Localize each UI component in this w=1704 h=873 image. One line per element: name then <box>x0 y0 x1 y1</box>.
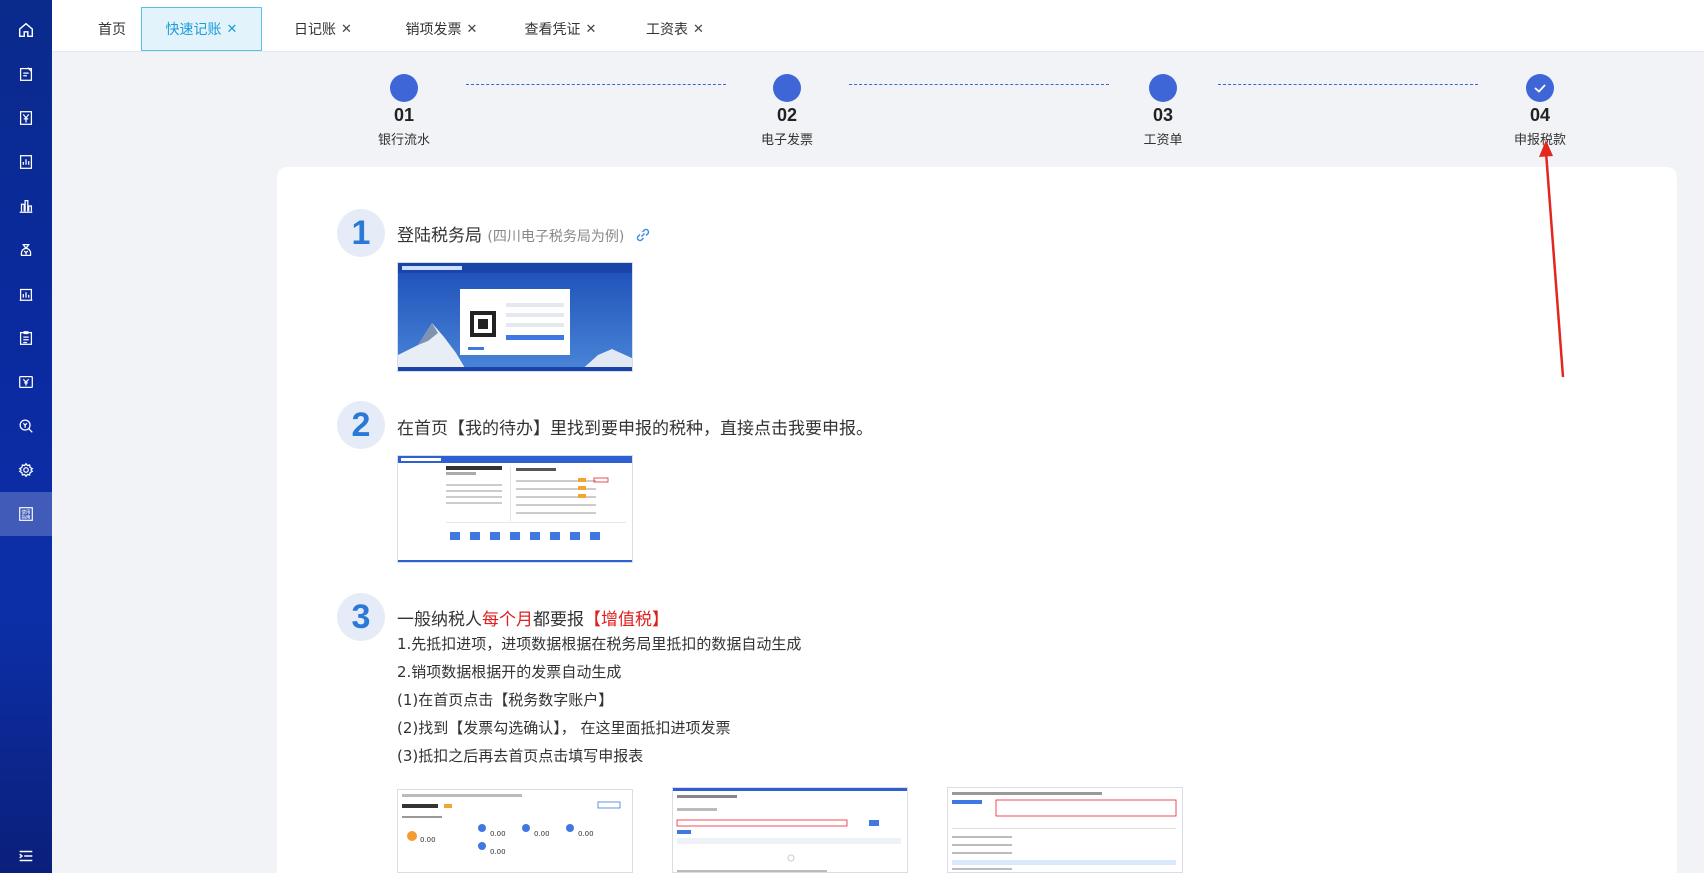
login-page-illustration <box>398 263 632 371</box>
section-title-part: 都要报 <box>533 610 584 630</box>
tab-bar: 首页 快速记账 ✕ 日记账 ✕ 销项发票 ✕ 查看凭证 ✕ 工资表 ✕ <box>52 0 1704 52</box>
step-dot <box>1149 74 1177 102</box>
money-bag-icon <box>20 243 32 257</box>
tab-label: 工资表 <box>646 22 689 38</box>
edit-document-icon <box>19 67 33 81</box>
sidebar-item-settings[interactable] <box>0 448 52 492</box>
step-dot <box>1526 74 1554 102</box>
section-title-part: 一般纳税人 <box>397 610 482 630</box>
sidebar-item-money-bag[interactable] <box>0 228 52 272</box>
user-guide-icon: 使用指南 <box>19 507 33 521</box>
tab-home[interactable]: 首页 <box>72 7 152 51</box>
yen-document-icon <box>19 111 33 125</box>
tax-digital-account-screenshot[interactable]: 0.00 0.00 0.00 0.00 0.00 <box>397 789 633 873</box>
sidebar-item-yen-card[interactable] <box>0 360 52 404</box>
thumb-value: 0.00 <box>578 830 594 838</box>
step-connector <box>849 84 1109 85</box>
close-icon[interactable]: ✕ <box>341 22 352 37</box>
digital-account-illustration: 0.00 0.00 0.00 0.00 0.00 <box>398 790 632 872</box>
report-chart-icon <box>19 155 33 169</box>
step-number: 01 <box>393 105 415 125</box>
instruction-line: (1)在首页点击【税务数字账户】 <box>397 691 614 709</box>
tax-bureau-login-screenshot[interactable] <box>397 262 633 372</box>
tab-label: 销项发票 <box>405 22 462 38</box>
bar-chart-icon <box>19 199 33 213</box>
section-number-badge: 3 <box>337 593 385 641</box>
invoice-check-screenshot[interactable] <box>672 787 908 873</box>
todo-page-illustration <box>398 456 632 562</box>
tab-sales-invoice[interactable]: 销项发票 ✕ <box>384 7 499 51</box>
declaration-form-illustration <box>948 788 1182 872</box>
thumb-value: 0.00 <box>490 848 506 856</box>
step-e-invoice[interactable]: 02 电子发票 <box>727 74 847 148</box>
sidebar-item-bar-chart[interactable] <box>0 184 52 228</box>
tab-view-voucher[interactable]: 查看凭证 ✕ <box>503 7 618 51</box>
sidebar: 使用 指南 <box>0 0 52 873</box>
section-title: 在首页【我的待办】里找到要申报的税种，直接点击我要申报。 <box>397 419 873 439</box>
tab-label: 首页 <box>98 22 126 38</box>
settings-gear-icon <box>18 462 34 478</box>
step-connector <box>466 84 726 85</box>
section-number-badge: 2 <box>337 401 385 449</box>
tab-journal[interactable]: 日记账 ✕ <box>272 7 374 51</box>
building-chart-icon <box>19 288 33 301</box>
section-title-highlight: 【增值税】 <box>584 610 669 630</box>
sidebar-item-report[interactable] <box>0 140 52 184</box>
section-title: 一般纳税人每个月都要报【增值税】 <box>397 605 669 630</box>
sidebar-item-building[interactable] <box>0 272 52 316</box>
link-icon[interactable] <box>634 226 652 244</box>
step-label: 银行流水 <box>377 133 430 148</box>
step-label: 申报税款 <box>1513 133 1566 148</box>
tab-label: 查看凭证 <box>524 22 581 38</box>
instruction-line: 2.销项数据根据开的发票自动生成 <box>397 663 622 681</box>
step-label: 电子发票 <box>760 133 813 148</box>
instruction-line: 1.先抵扣进项，进项数据根据在税务局里抵扣的数据自动生成 <box>397 635 802 653</box>
step-tax-filing[interactable]: 04 申报税款 <box>1480 74 1600 148</box>
close-icon[interactable]: ✕ <box>693 22 704 37</box>
step-connector <box>1218 84 1478 85</box>
collapse-menu-button[interactable] <box>0 838 52 873</box>
section-title-highlight: 每个月 <box>482 610 533 630</box>
step-dot <box>773 74 801 102</box>
section-title-text: 登陆税务局 <box>397 226 482 246</box>
thumb-value: 0.00 <box>534 830 550 838</box>
sidebar-item-user-guide[interactable]: 使用 指南 <box>0 492 52 536</box>
step-payslip[interactable]: 03 工资单 <box>1103 74 1223 148</box>
collapse-menu-icon <box>19 850 33 862</box>
step-bank-statement[interactable]: 01 银行流水 <box>344 74 464 148</box>
declaration-form-screenshot[interactable] <box>947 787 1183 873</box>
step-number: 04 <box>1529 105 1551 125</box>
sidebar-item-edit[interactable] <box>0 52 52 96</box>
invoice-check-illustration <box>673 788 907 872</box>
thumb-value: 0.00 <box>420 836 436 844</box>
close-icon[interactable]: ✕ <box>467 22 478 37</box>
tab-label: 日记账 <box>294 22 337 38</box>
close-icon[interactable]: ✕ <box>227 22 238 37</box>
sidebar-item-clipboard[interactable] <box>0 316 52 360</box>
tab-label: 快速记账 <box>165 22 222 38</box>
sidebar-item-home[interactable] <box>0 8 52 52</box>
section-number-badge: 1 <box>337 209 385 257</box>
svg-text:使用: 使用 <box>22 509 31 516</box>
close-icon[interactable]: ✕ <box>586 22 597 37</box>
step-dot <box>390 74 418 102</box>
search-money-icon <box>19 419 33 433</box>
check-icon <box>1534 84 1546 93</box>
my-todo-screenshot[interactable] <box>397 455 633 563</box>
step-number: 02 <box>776 105 798 125</box>
thumb-value: 0.00 <box>490 830 506 838</box>
step-label: 工资单 <box>1143 133 1183 148</box>
tab-payroll[interactable]: 工资表 ✕ <box>625 7 725 51</box>
instruction-line: (2)找到【发票勾选确认】， 在这里面抵扣进项发票 <box>397 719 731 737</box>
section-title: 登陆税务局 (四川电子税务局为例) <box>397 221 652 246</box>
section-subtitle: (四川电子税务局为例) <box>487 229 625 245</box>
yen-card-icon <box>19 375 33 389</box>
clipboard-list-icon <box>19 331 33 345</box>
step-number: 03 <box>1152 105 1174 125</box>
sidebar-item-yen-document[interactable] <box>0 96 52 140</box>
instruction-line: (3)抵扣之后再去首页点击填写申报表 <box>397 747 644 765</box>
home-icon <box>18 22 34 38</box>
tab-quick-bookkeeping[interactable]: 快速记账 ✕ <box>141 7 262 51</box>
sidebar-item-search-money[interactable] <box>0 404 52 448</box>
